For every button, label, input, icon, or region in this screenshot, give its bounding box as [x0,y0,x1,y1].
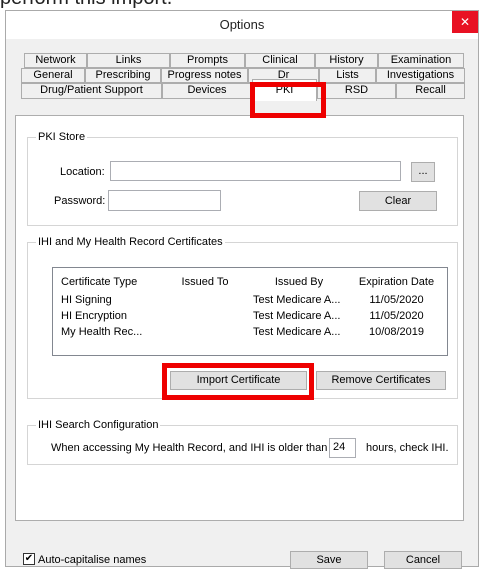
remove-certificates-button[interactable]: Remove Certificates [316,371,446,390]
save-button[interactable]: Save [290,551,368,569]
tab-clinical[interactable]: Clinical [245,53,315,68]
location-input[interactable] [110,161,401,181]
autocap-checkbox[interactable]: ✔ [23,553,35,565]
tab-history[interactable]: History [315,53,378,68]
pki-store-title: PKI Store [36,131,88,143]
cell: Test Medicare A... [253,326,341,338]
cell: Test Medicare A... [253,294,341,306]
table-row[interactable]: HI Encryption Test Medicare A... 11/05/2… [57,308,444,324]
tab-prescribing[interactable]: Prescribing [85,68,161,83]
tab-progress-notes[interactable]: Progress notes [161,68,248,83]
cell: 10/08/2019 [368,326,425,338]
ihi-search-suffix: hours, check IHI. [366,442,449,454]
ihi-search-title: IHI Search Configuration [36,419,161,431]
tab-lists[interactable]: Lists [319,68,376,83]
autocap-label[interactable]: Auto-capitalise names [38,554,146,566]
cancel-button[interactable]: Cancel [384,551,462,569]
hours-input[interactable]: 24 [329,438,356,458]
highlight-pki-tab [250,82,326,118]
cell [161,292,249,308]
column-header[interactable]: Issued To [161,272,249,292]
highlight-import-button [162,363,314,400]
pki-store-group [27,137,458,226]
cell: 11/05/2020 [369,310,424,322]
location-label: Location: [60,166,105,178]
column-header[interactable]: Issued By [249,272,349,292]
password-input[interactable] [108,190,221,211]
tab-prompts[interactable]: Prompts [170,53,245,68]
column-header[interactable]: Certificate Type [57,272,161,292]
tab-links[interactable]: Links [87,53,170,68]
dialog-title: Options [219,17,265,32]
tab-general[interactable]: General [21,68,85,83]
clear-button[interactable]: Clear [359,191,437,211]
close-icon: ✕ [459,15,471,29]
tab-rsd[interactable]: RSD [317,83,396,99]
cell: HI Signing [61,294,112,306]
browse-button[interactable]: ... [411,162,435,182]
certificates-title: IHI and My Health Record Certificates [36,236,225,248]
table-row[interactable]: My Health Rec... Test Medicare A... 10/0… [57,324,444,340]
cell: HI Encryption [61,310,128,322]
ihi-search-prefix: When accessing My Health Record, and IHI… [51,442,328,454]
close-button[interactable]: ✕ [452,11,478,33]
table-header-row: Certificate Type Issued To Issued By Exp… [57,272,444,292]
tab-examination[interactable]: Examination [378,53,464,68]
instruction-caption: perform this import. [0,0,172,10]
tab-network[interactable]: Network [24,53,87,68]
title-bar: Options ✕ [6,11,478,39]
password-label: Password: [54,195,106,207]
tab-investigations[interactable]: Investigations [376,68,465,83]
certificates-table: Certificate Type Issued To Issued By Exp… [57,272,444,340]
tab-drug-patient-support[interactable]: Drug/Patient Support [21,83,162,99]
tab-devices[interactable]: Devices [162,83,252,99]
tab-recall[interactable]: Recall [396,83,465,99]
cell: Test Medicare A... [253,310,341,322]
checkmark-icon: ✔ [24,553,34,564]
cell: My Health Rec... [61,326,143,338]
column-header[interactable]: Expiration Date [349,272,444,292]
cell: 11/05/2020 [369,294,424,306]
cell [161,324,249,340]
table-row[interactable]: HI Signing Test Medicare A... 11/05/2020 [57,292,444,308]
cell [161,308,249,324]
